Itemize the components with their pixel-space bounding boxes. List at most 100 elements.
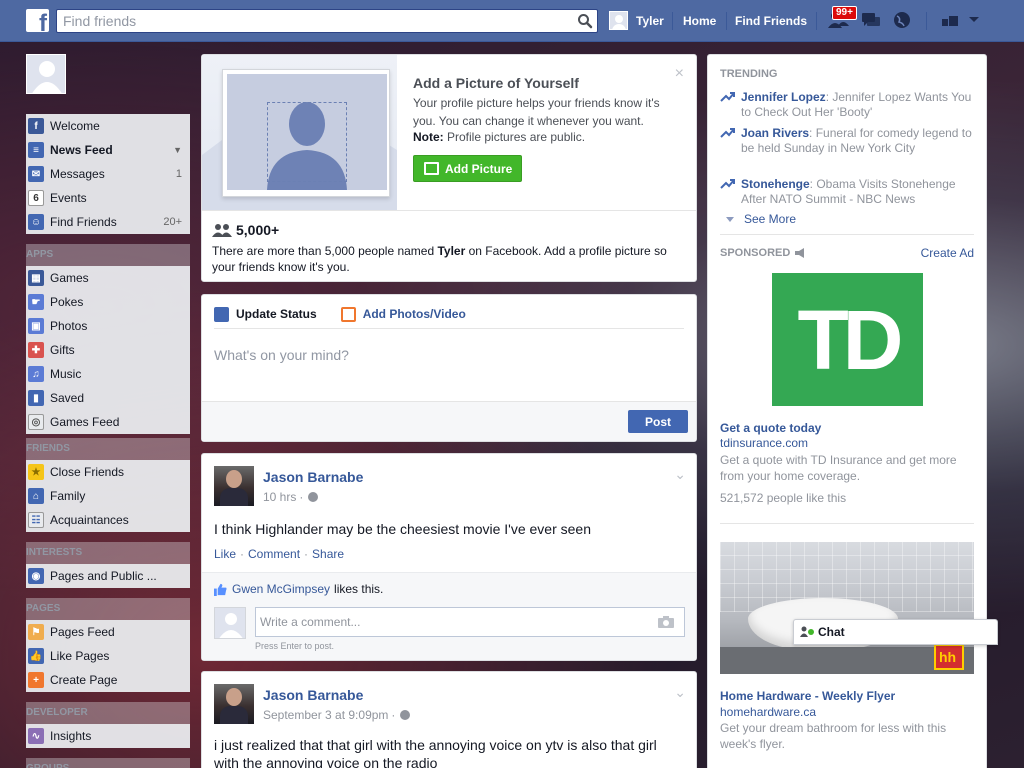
sidebar-item-welcome[interactable]: f Welcome: [26, 114, 190, 138]
close-icon[interactable]: ×: [675, 65, 684, 83]
ad-title[interactable]: Get a quote today: [720, 421, 821, 435]
privacy-shortcuts-icon[interactable]: [940, 10, 960, 30]
section-heading-apps[interactable]: APPS: [26, 244, 190, 266]
section-heading-groups[interactable]: GROUPS: [26, 758, 190, 768]
post-options-chevron-down-icon[interactable]: ⌄: [674, 466, 686, 483]
name-count: 5,000+: [212, 222, 279, 238]
ad-url[interactable]: tdinsurance.com: [720, 436, 808, 450]
section-heading-developer[interactable]: DEVELOPER: [26, 702, 190, 724]
sidebar-item-find-friends[interactable]: ☺ Find Friends 20+: [26, 210, 190, 234]
sidebar-item-insights[interactable]: ∿ Insights: [26, 724, 190, 748]
gamepad-icon: ◎: [28, 414, 44, 430]
sidebar-item-family[interactable]: ⌂ Family: [26, 484, 190, 508]
ad-title[interactable]: Home Hardware - Weekly Flyer: [720, 689, 895, 703]
like-link[interactable]: Like: [214, 547, 236, 561]
messages-icon: ✉: [28, 166, 44, 182]
sidebar-item-pages-and-public[interactable]: ◉ Pages and Public ...: [26, 564, 190, 588]
search-input[interactable]: [57, 10, 557, 32]
account-menu-chevron-down-icon[interactable]: [968, 16, 980, 24]
nav-find-friends-link[interactable]: Find Friends: [735, 14, 807, 28]
tab-add-photos-video[interactable]: Add Photos/Video: [340, 303, 466, 325]
divider: [720, 523, 974, 524]
star-icon: ★: [28, 464, 44, 480]
sidebar-item-acquaintances[interactable]: ☷ Acquaintances: [26, 508, 190, 532]
globe-notifications-icon[interactable]: [892, 10, 912, 30]
pages-nav-group: ⚑ Pages Feed 👍 Like Pages + Create Page: [26, 620, 190, 692]
likes-text: likes this.: [334, 582, 384, 596]
ad-social-context: 521,572 people like this: [720, 491, 847, 505]
post-button[interactable]: Post: [628, 410, 688, 433]
sidebar-item-label: Like Pages: [50, 649, 110, 663]
add-picture-button[interactable]: Add Picture: [413, 155, 522, 182]
section-heading-friends[interactable]: FRIENDS: [26, 438, 190, 460]
find-friends-icon: ☺: [28, 214, 44, 230]
friends-nav-group: ★ Close Friends ⌂ Family ☷ Acquaintances: [26, 460, 190, 532]
post-time[interactable]: September 3 at 9:09pm: [263, 708, 388, 722]
search-icon[interactable]: [577, 13, 593, 29]
comment-input[interactable]: [255, 607, 685, 637]
comment-link[interactable]: Comment: [248, 547, 300, 561]
trending-topic[interactable]: Jennifer Lopez: [741, 90, 826, 104]
sidebar-item-close-friends[interactable]: ★ Close Friends: [26, 460, 190, 484]
sidebar-item-games[interactable]: ▦ Games: [26, 266, 190, 290]
trending-item[interactable]: Joan Rivers: Funeral for comedy legend t…: [720, 126, 972, 156]
globe-icon[interactable]: [400, 710, 411, 720]
status-input[interactable]: [214, 335, 684, 375]
section-heading-pages[interactable]: PAGES: [26, 598, 190, 620]
tab-label: Add Photos/Video: [362, 307, 466, 321]
sidebar-item-pages-feed[interactable]: ⚑ Pages Feed: [26, 620, 190, 644]
share-link[interactable]: Share: [312, 547, 344, 561]
sidebar-item-saved[interactable]: ▮ Saved: [26, 386, 190, 410]
globe-icon[interactable]: [308, 492, 319, 502]
tab-update-status[interactable]: Update Status: [214, 303, 317, 325]
prompt-description: Your profile picture helps your friends …: [413, 96, 660, 128]
nav-home-link[interactable]: Home: [683, 14, 716, 28]
sidebar-item-music[interactable]: ♫ Music: [26, 362, 190, 386]
home-hardware-logo: hh: [934, 644, 964, 670]
trending-topic[interactable]: Joan Rivers: [741, 126, 809, 140]
avatar[interactable]: [214, 466, 254, 506]
post-time[interactable]: 10 hrs: [263, 490, 296, 504]
chat-tab[interactable]: Chat: [793, 619, 998, 645]
post-meta: 10 hrs ·: [263, 490, 319, 504]
sidebar-item-gifts[interactable]: ✚ Gifts: [26, 338, 190, 362]
post-author[interactable]: Jason Barnabe: [263, 687, 363, 703]
camera-icon[interactable]: [658, 615, 674, 628]
facebook-logo-icon[interactable]: f: [26, 9, 49, 32]
see-more-link[interactable]: See More: [726, 212, 796, 226]
nav-user-name[interactable]: Tyler: [636, 14, 664, 28]
liker-name[interactable]: Gwen McGimpsey: [232, 582, 330, 596]
sidebar-item-messages[interactable]: ✉ Messages 1: [26, 162, 190, 186]
sidebar-item-events[interactable]: 6 Events: [26, 186, 190, 210]
name-count-description: There are more than 5,000 people named T…: [212, 243, 682, 275]
profile-picture[interactable]: [26, 54, 66, 94]
sidebar-item-games-feed[interactable]: ◎ Games Feed: [26, 410, 190, 434]
messages-icon[interactable]: [860, 10, 882, 30]
post-options-chevron-down-icon[interactable]: ⌄: [674, 684, 686, 701]
section-heading-interests[interactable]: INTERESTS: [26, 542, 190, 564]
trending-item[interactable]: Stonehenge: Obama Visits Stonehenge Afte…: [720, 177, 972, 207]
sidebar-item-label: Messages: [50, 167, 105, 181]
ad-url[interactable]: homehardware.ca: [720, 705, 816, 719]
avatar[interactable]: [214, 684, 254, 724]
td-insurance-logo[interactable]: TD: [772, 273, 923, 406]
note-text: Profile pictures are public.: [443, 130, 586, 144]
trending-topic[interactable]: Stonehenge: [741, 177, 810, 191]
news-feed-chevron-down-icon[interactable]: ▼: [173, 145, 182, 155]
sidebar-item-photos[interactable]: ▣ Photos: [26, 314, 190, 338]
sidebar-item-create-page[interactable]: + Create Page: [26, 668, 190, 692]
trending-item[interactable]: Jennifer Lopez: Jennifer Lopez Wants You…: [720, 90, 972, 120]
family-icon: ⌂: [28, 488, 44, 504]
create-ad-link[interactable]: Create Ad: [921, 246, 974, 260]
home-hardware-ad-image[interactable]: hh: [720, 542, 974, 674]
post-author[interactable]: Jason Barnabe: [263, 469, 363, 485]
default-avatar-icon: [219, 613, 243, 638]
sidebar-item-news-feed[interactable]: ≡ News Feed ▼: [26, 138, 190, 162]
sidebar-item-like-pages[interactable]: 👍 Like Pages: [26, 644, 190, 668]
sidebar-item-label: Pages Feed: [50, 625, 115, 639]
calendar-icon: 6: [28, 190, 44, 206]
nav-user-avatar[interactable]: [609, 11, 628, 30]
sidebar-item-pokes[interactable]: ☛ Pokes: [26, 290, 190, 314]
thumbs-up-icon: 👍: [28, 648, 44, 664]
